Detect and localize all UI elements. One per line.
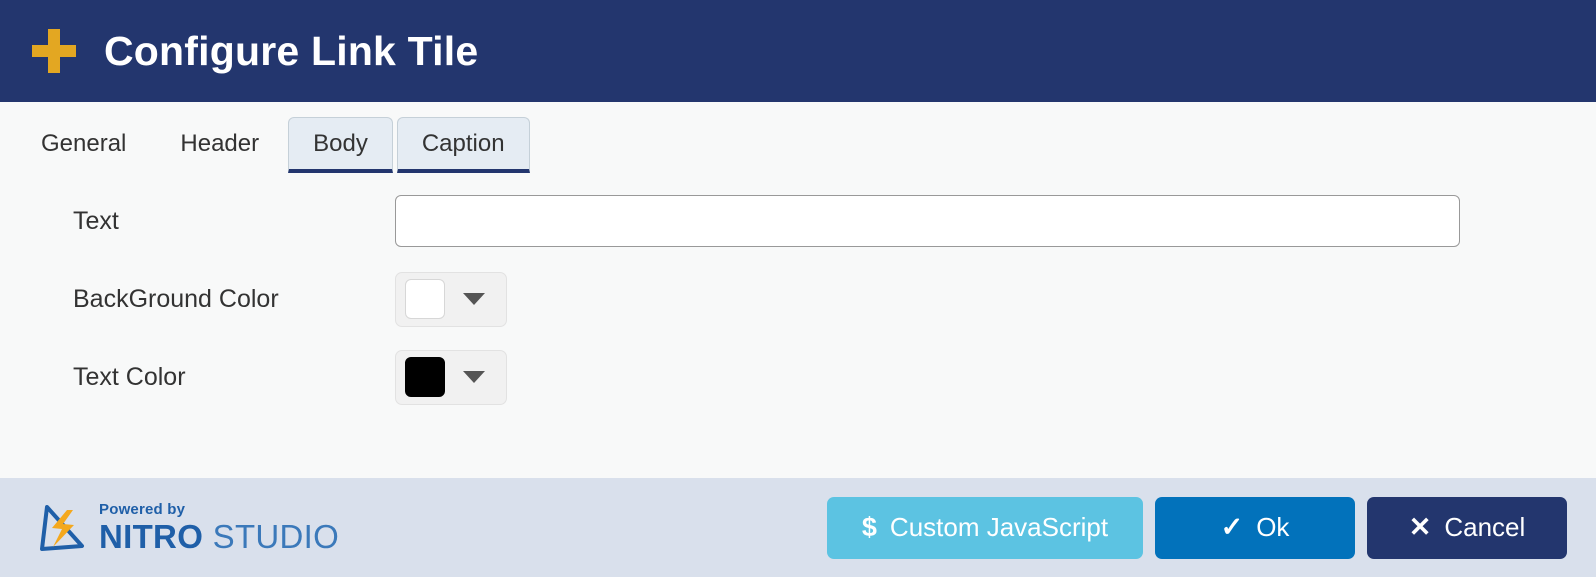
- custom-javascript-button-label: Custom JavaScript: [889, 512, 1109, 542]
- powered-by-label: Powered by: [99, 501, 186, 518]
- text-label: Text: [73, 206, 119, 235]
- ok-button-label: Ok: [1256, 512, 1290, 542]
- page-title: Configure Link Tile: [104, 27, 479, 74]
- caption-settings-panel: Text BackGround Color Text Color: [0, 173, 1596, 478]
- text-color-picker[interactable]: [395, 349, 507, 405]
- dialog-titlebar: Configure Link Tile: [0, 0, 1596, 102]
- check-icon: ✓: [1220, 512, 1244, 542]
- chevron-down-icon: [463, 371, 485, 383]
- cancel-button[interactable]: ✕ Cancel: [1367, 496, 1567, 559]
- close-icon: ✕: [1408, 512, 1432, 542]
- nitro-lightning-triangle-icon: [40, 504, 84, 551]
- chevron-down-icon: [463, 293, 485, 305]
- plus-icon: [30, 27, 78, 75]
- background-color-swatch: [405, 279, 445, 319]
- background-color-picker[interactable]: [395, 271, 507, 327]
- nitro-studio-wordmark: Powered by NITRO STUDIO: [99, 502, 339, 553]
- brand-studio: STUDIO: [203, 518, 340, 555]
- ok-button[interactable]: ✓ Ok: [1155, 496, 1355, 559]
- text-color-swatch: [405, 357, 445, 397]
- brand-nitro: NITRO: [99, 518, 204, 555]
- brand-name: NITRO STUDIO: [99, 520, 339, 553]
- text-row: Text: [0, 193, 1596, 249]
- text-color-label: Text Color: [73, 362, 186, 391]
- tab-body[interactable]: Body: [288, 117, 393, 173]
- background-color-label: BackGround Color: [73, 284, 279, 313]
- caption-text-input[interactable]: [395, 195, 1460, 247]
- tab-general[interactable]: General: [16, 117, 151, 173]
- tab-header[interactable]: Header: [155, 117, 284, 173]
- dollar-icon: $: [861, 512, 877, 542]
- tab-caption[interactable]: Caption: [396, 117, 530, 173]
- cancel-button-label: Cancel: [1444, 512, 1526, 542]
- text-color-row: Text Color: [0, 349, 1596, 405]
- nitro-studio-logo: Powered by NITRO STUDIO: [36, 501, 339, 555]
- tab-bar: General Header Body Caption: [0, 102, 1596, 173]
- background-color-row: BackGround Color: [0, 271, 1596, 327]
- configure-link-tile-dialog: Configure Link Tile General Header Body …: [0, 0, 1596, 577]
- dialog-footer: Powered by NITRO STUDIO $ Custom JavaScr…: [0, 478, 1596, 577]
- custom-javascript-button[interactable]: $ Custom JavaScript: [827, 496, 1143, 559]
